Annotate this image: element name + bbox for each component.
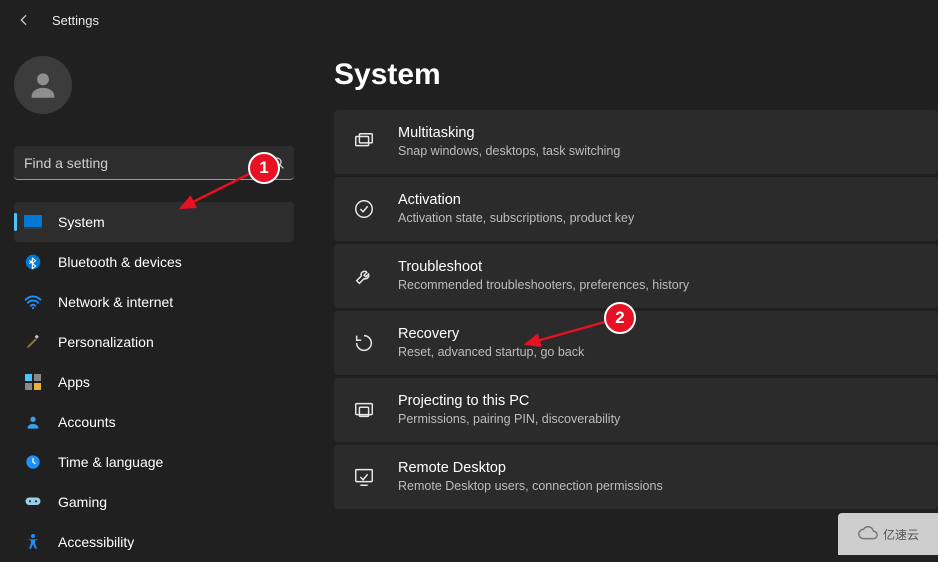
bluetooth-icon	[24, 253, 42, 271]
sidebar-item-label: System	[58, 214, 105, 230]
sidebar-item-label: Bluetooth & devices	[58, 254, 182, 270]
sidebar: System Bluetooth & devices Network & int…	[0, 40, 300, 555]
sidebar-item-label: Accounts	[58, 414, 116, 430]
card-desc: Remote Desktop users, connection permiss…	[398, 478, 663, 495]
back-button[interactable]	[14, 10, 34, 30]
card-activation[interactable]: Activation Activation state, subscriptio…	[334, 177, 938, 241]
card-title: Activation	[398, 191, 634, 211]
remote-desktop-icon	[352, 465, 376, 489]
sidebar-item-network[interactable]: Network & internet	[14, 282, 294, 322]
card-title: Projecting to this PC	[398, 392, 620, 412]
sidebar-item-accounts[interactable]: Accounts	[14, 402, 294, 442]
card-title: Remote Desktop	[398, 459, 663, 479]
card-title: Troubleshoot	[398, 258, 689, 278]
sidebar-item-gaming[interactable]: Gaming	[14, 482, 294, 522]
card-title: Multitasking	[398, 124, 620, 144]
page-title: System	[334, 58, 938, 92]
recovery-icon	[352, 331, 376, 355]
multitasking-icon	[352, 130, 376, 154]
app-title: Settings	[52, 13, 99, 28]
card-desc: Recommended troubleshooters, preferences…	[398, 277, 689, 294]
sidebar-item-label: Apps	[58, 374, 90, 390]
projecting-icon	[352, 398, 376, 422]
paintbrush-icon	[24, 333, 42, 351]
card-remote-desktop[interactable]: Remote Desktop Remote Desktop users, con…	[334, 445, 938, 509]
sidebar-item-system[interactable]: System	[14, 202, 294, 242]
titlebar: Settings	[0, 0, 938, 40]
card-troubleshoot[interactable]: Troubleshoot Recommended troubleshooters…	[334, 244, 938, 308]
avatar[interactable]	[14, 56, 72, 114]
content: System Multitasking Snap windows, deskto…	[300, 40, 938, 555]
card-desc: Permissions, pairing PIN, discoverabilit…	[398, 411, 620, 428]
clock-icon	[24, 453, 42, 471]
card-desc: Activation state, subscriptions, product…	[398, 210, 634, 227]
accessibility-icon	[24, 533, 42, 551]
watermark: 亿速云	[838, 513, 938, 555]
card-title: Recovery	[398, 325, 584, 345]
sidebar-item-label: Network & internet	[58, 294, 173, 310]
settings-list: Multitasking Snap windows, desktops, tas…	[334, 110, 938, 509]
watermark-text: 亿速云	[883, 526, 919, 543]
card-projecting[interactable]: Projecting to this PC Permissions, pairi…	[334, 378, 938, 442]
card-desc: Reset, advanced startup, go back	[398, 344, 584, 361]
sidebar-item-time-language[interactable]: Time & language	[14, 442, 294, 482]
card-desc: Snap windows, desktops, task switching	[398, 143, 620, 160]
person-icon	[24, 413, 42, 431]
sidebar-item-label: Time & language	[58, 454, 163, 470]
troubleshoot-icon	[352, 264, 376, 288]
display-icon	[24, 213, 42, 231]
sidebar-item-accessibility[interactable]: Accessibility	[14, 522, 294, 562]
card-recovery[interactable]: Recovery Reset, advanced startup, go bac…	[334, 311, 938, 375]
apps-icon	[24, 373, 42, 391]
gamepad-icon	[24, 493, 42, 511]
sidebar-item-bluetooth[interactable]: Bluetooth & devices	[14, 242, 294, 282]
sidebar-item-label: Personalization	[58, 334, 154, 350]
sidebar-item-label: Gaming	[58, 494, 107, 510]
sidebar-item-personalization[interactable]: Personalization	[14, 322, 294, 362]
annotation-badge-1: 1	[248, 152, 280, 184]
activation-icon	[352, 197, 376, 221]
card-multitasking[interactable]: Multitasking Snap windows, desktops, tas…	[334, 110, 938, 174]
sidebar-item-apps[interactable]: Apps	[14, 362, 294, 402]
sidebar-item-label: Accessibility	[58, 534, 134, 550]
nav: System Bluetooth & devices Network & int…	[14, 202, 300, 562]
wifi-icon	[24, 293, 42, 311]
annotation-badge-2: 2	[604, 302, 636, 334]
